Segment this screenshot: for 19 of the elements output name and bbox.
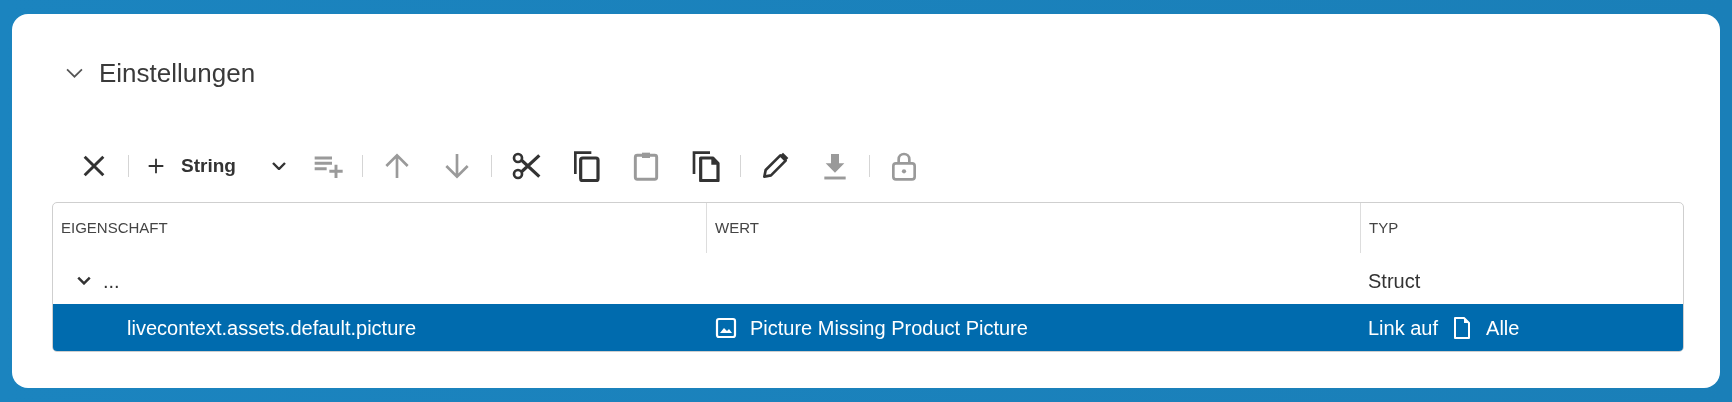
collapse-toggle[interactable] bbox=[66, 68, 83, 78]
section-title: Einstellungen bbox=[99, 56, 256, 90]
type-label: Link auf bbox=[1368, 315, 1439, 341]
image-icon bbox=[714, 315, 738, 340]
property-name: livecontext.assets.default.picture bbox=[127, 315, 417, 341]
selected-row[interactable]: livecontext.assets.default.picture Picture Missing Product Picture Link auf Alle bbox=[53, 304, 1683, 351]
property-value: Picture Missing Product Picture bbox=[750, 315, 1028, 341]
expand-toggle[interactable] bbox=[77, 276, 91, 285]
column-header: WERT bbox=[715, 218, 759, 238]
type-value: Struct bbox=[1368, 268, 1421, 294]
type-value: Alle bbox=[1486, 315, 1520, 341]
property-name: ... bbox=[103, 268, 120, 294]
column-header: EIGENSCHAFT bbox=[61, 218, 168, 238]
caret-icon bbox=[271, 162, 286, 170]
table-row[interactable]: ... Struct bbox=[53, 257, 1683, 304]
chevron-down-icon bbox=[66, 68, 83, 78]
column-header: TYP bbox=[1369, 218, 1399, 238]
chevron-down-icon bbox=[77, 276, 91, 285]
add-type-dropdown[interactable]: String bbox=[133, 146, 298, 186]
